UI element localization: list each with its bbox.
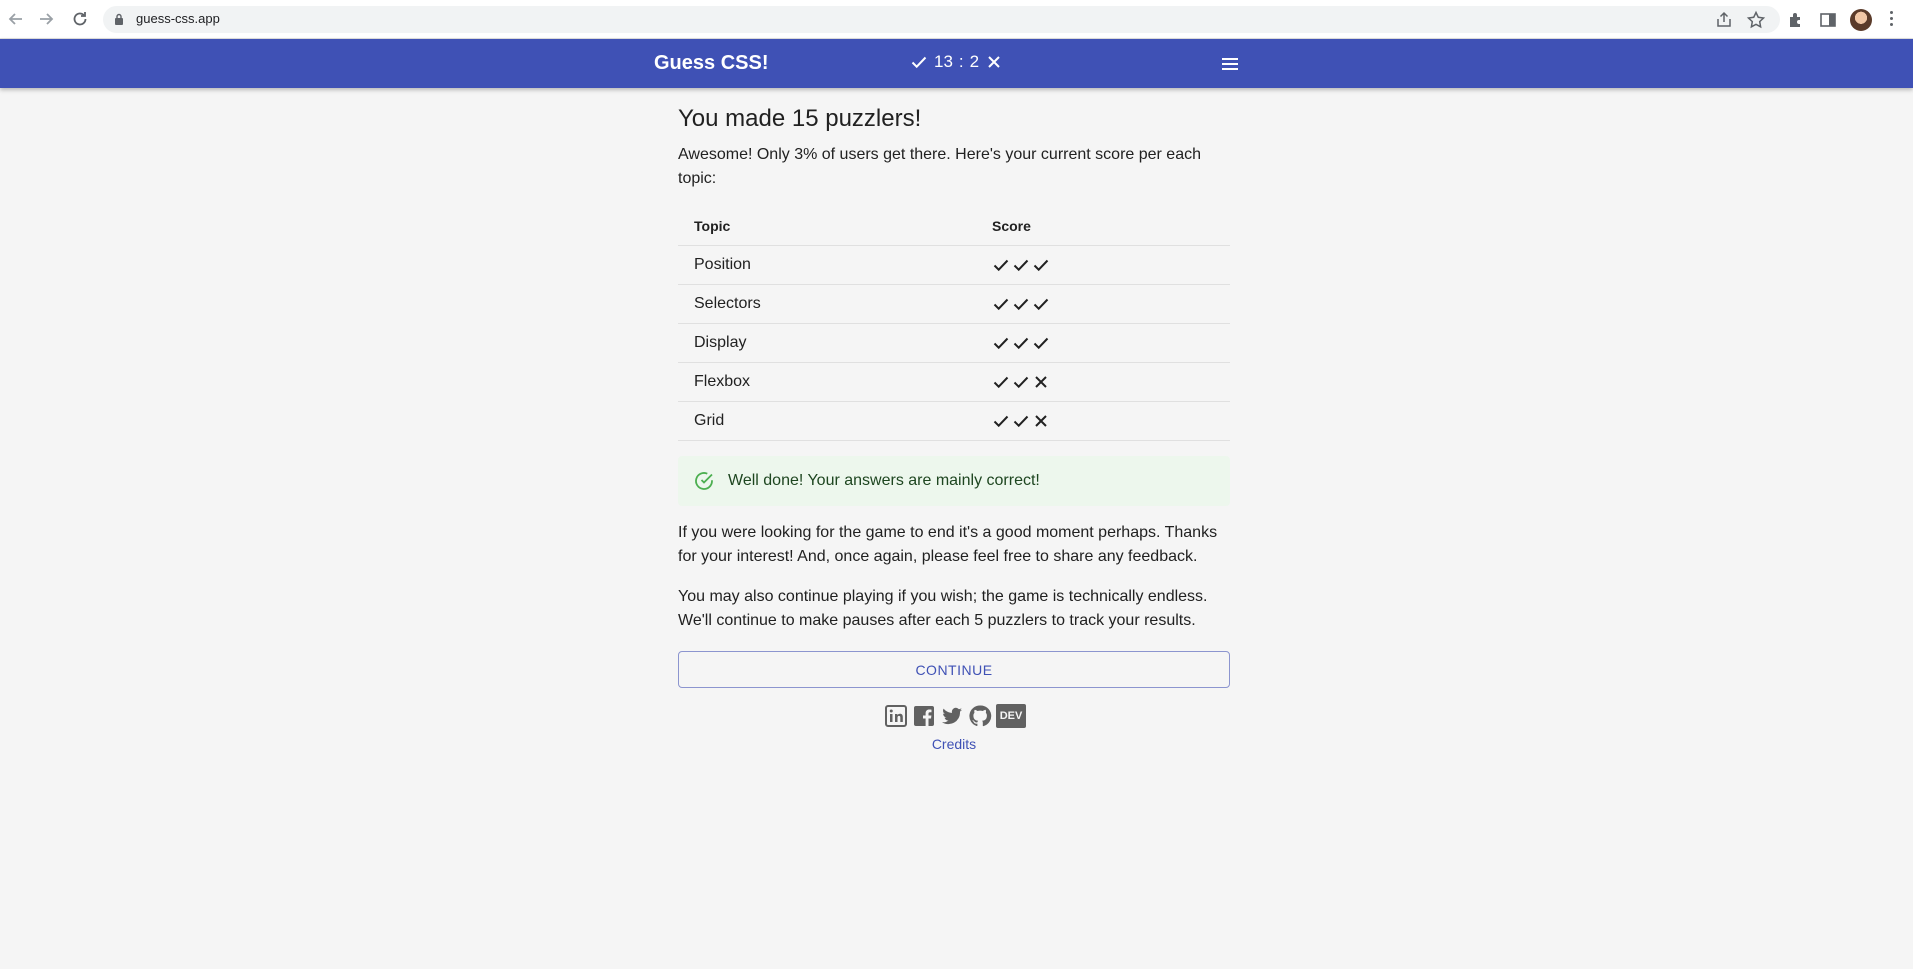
reload-icon[interactable] bbox=[70, 9, 90, 29]
hamburger-menu-icon[interactable] bbox=[1220, 54, 1240, 74]
facebook-icon[interactable] bbox=[912, 704, 936, 728]
score-separator: : bbox=[958, 52, 964, 71]
address-bar[interactable] bbox=[103, 6, 1780, 33]
end-game-text: If you were looking for the game to end … bbox=[678, 524, 1218, 565]
check-icon bbox=[1013, 298, 1029, 310]
url-text[interactable]: guess-css.app bbox=[136, 11, 220, 26]
continue-button[interactable]: Continue bbox=[678, 651, 1230, 688]
check-icon bbox=[911, 56, 927, 69]
score-cell bbox=[992, 323, 1230, 363]
close-icon bbox=[988, 56, 1000, 68]
table-header-score: Score bbox=[992, 207, 1230, 246]
app-bar: Guess CSS! 13 : 2 bbox=[0, 39, 1913, 88]
score-cell bbox=[992, 245, 1230, 285]
github-icon[interactable] bbox=[968, 704, 992, 728]
score-cell bbox=[992, 362, 1230, 402]
dev-label: DEV bbox=[999, 710, 1023, 722]
check-icon bbox=[1033, 337, 1049, 349]
score-marks bbox=[992, 373, 1230, 391]
kebab-menu-icon[interactable] bbox=[1888, 11, 1894, 29]
linkedin-icon[interactable] bbox=[884, 704, 908, 728]
close-icon bbox=[1035, 414, 1047, 427]
score-cell bbox=[992, 284, 1230, 324]
check-icon bbox=[1033, 298, 1049, 310]
check-icon bbox=[993, 376, 1009, 388]
score-cell bbox=[992, 401, 1230, 441]
check-icon bbox=[993, 337, 1009, 349]
correct-count: 13 bbox=[934, 52, 953, 71]
social-links: DEV bbox=[884, 704, 1026, 728]
topic-cell: Display bbox=[678, 323, 992, 363]
topic-cell: Position bbox=[678, 245, 992, 285]
check-circle-icon bbox=[695, 472, 713, 490]
topic-cell: Flexbox bbox=[678, 362, 992, 402]
topic-cell: Selectors bbox=[678, 284, 992, 324]
table-header-topic: Topic bbox=[678, 207, 992, 246]
table-header-row: Topic Score bbox=[678, 207, 1230, 246]
profile-avatar[interactable] bbox=[1850, 9, 1872, 31]
side-panel-icon[interactable] bbox=[1818, 10, 1838, 30]
browser-toolbar: guess-css.app bbox=[0, 0, 1913, 39]
star-icon[interactable] bbox=[1746, 10, 1766, 30]
credits-link[interactable]: Credits bbox=[678, 736, 1230, 752]
table-row: Position bbox=[678, 245, 1230, 285]
score-marks bbox=[992, 412, 1230, 430]
score-marks bbox=[992, 334, 1230, 352]
forward-icon[interactable] bbox=[36, 9, 56, 29]
extensions-icon[interactable] bbox=[1786, 10, 1806, 30]
back-icon[interactable] bbox=[6, 9, 26, 29]
alert-message: Well done! Your answers are mainly corre… bbox=[728, 472, 1040, 489]
continue-info-text: You may also continue playing if you wis… bbox=[678, 588, 1208, 629]
success-alert: Well done! Your answers are mainly corre… bbox=[678, 456, 1230, 506]
score-table: Topic Score Position Selectors Display Flex… bbox=[678, 207, 1230, 441]
check-icon bbox=[993, 259, 1009, 271]
check-icon bbox=[1013, 337, 1029, 349]
check-icon bbox=[1013, 376, 1029, 388]
lock-icon bbox=[115, 13, 123, 25]
dev-icon[interactable]: DEV bbox=[996, 704, 1026, 728]
topic-cell: Grid bbox=[678, 401, 992, 441]
check-icon bbox=[1013, 415, 1029, 427]
table-row: Display bbox=[678, 323, 1230, 363]
check-icon bbox=[993, 298, 1009, 310]
table-row: Flexbox bbox=[678, 362, 1230, 402]
check-icon bbox=[1033, 259, 1049, 271]
score-counter: 13 : 2 bbox=[910, 52, 1003, 72]
check-icon bbox=[993, 415, 1009, 427]
table-row: Grid bbox=[678, 401, 1230, 441]
app-title[interactable]: Guess CSS! bbox=[654, 52, 768, 75]
twitter-icon[interactable] bbox=[940, 704, 964, 728]
intro-text: Awesome! Only 3% of users get there. Her… bbox=[678, 146, 1201, 187]
score-marks bbox=[992, 256, 1230, 274]
table-row: Selectors bbox=[678, 284, 1230, 324]
check-icon bbox=[1013, 259, 1029, 271]
share-icon[interactable] bbox=[1714, 10, 1734, 30]
wrong-count: 2 bbox=[969, 52, 980, 71]
page-title: You made 15 puzzlers! bbox=[678, 105, 922, 132]
score-marks bbox=[992, 295, 1230, 313]
close-icon bbox=[1035, 375, 1047, 388]
